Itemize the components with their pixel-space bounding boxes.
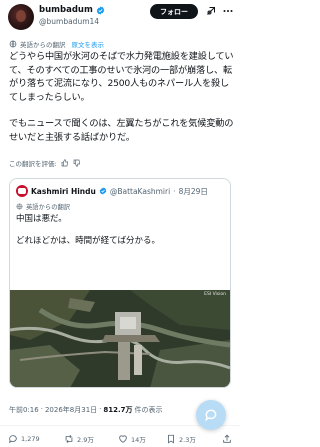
reply-count: 1,279 <box>21 435 40 443</box>
quoted-author-handle: @BattaKashmiri <box>109 186 171 196</box>
rate-translation-row: この翻訳を評価: <box>9 158 81 168</box>
follow-button[interactable]: フォロー <box>150 4 198 19</box>
quoted-translation-notice: 英語からの翻訳 <box>16 202 70 211</box>
quoted-translation-label: 英語からの翻訳 <box>26 204 71 211</box>
view-count: 812.7万 <box>103 406 133 414</box>
view-count-label: 件の表示 <box>134 406 163 414</box>
tweet-header: bumbadum @bumbadum14 フォロー <box>0 0 240 40</box>
tweet-paragraph: でもニュースで聞くのは、左翼たちがこれを気候変動のせいだと主張する話ばかりだ。 <box>9 118 234 143</box>
tweet-body: どうやら中国が氷河のそばで水力発電施設を建設していて、そのすべての工事のせいで氷… <box>9 50 235 157</box>
grok-icon[interactable] <box>205 5 217 17</box>
author-avatar[interactable] <box>8 4 34 30</box>
verified-badge-icon <box>96 5 105 15</box>
thumbs-up-icon[interactable] <box>61 159 69 167</box>
author-display-name[interactable]: bumbadum <box>39 5 93 15</box>
translation-notice: 英語からの翻訳 原文を表示 <box>9 39 104 49</box>
quoted-date: 8月29日 <box>178 186 208 196</box>
heart-icon <box>119 435 127 443</box>
bookmark-button[interactable]: 2.3万 <box>166 434 196 444</box>
speech-bubble-icon <box>205 409 217 422</box>
quoted-author-name: Kashmiri Hindu <box>31 186 96 196</box>
reply-button[interactable]: 1,279 <box>8 434 40 444</box>
repost-count: 2.9万 <box>77 436 94 444</box>
meta-separator: · <box>40 405 43 413</box>
author-name-row[interactable]: bumbadum <box>39 5 105 15</box>
tweet-time[interactable]: 午前0:16 <box>9 405 39 415</box>
quoted-author-avatar <box>16 185 28 197</box>
tweet-paragraph: どうやら中国が氷河のそばで水力発電施設を建設していて、そのすべての工事のせいで氷… <box>9 51 234 103</box>
thumbs-down-icon[interactable] <box>73 159 81 167</box>
tweet-meta: 午前0:16 · 2026年8月31日 · 812.7万 件の表示 <box>9 405 163 415</box>
reply-icon <box>9 435 17 444</box>
show-original-link[interactable]: 原文を表示 <box>72 39 105 49</box>
meta-separator: · <box>99 405 102 413</box>
quoted-tweet-header: Kashmiri Hindu @BattaKashmiri · 8月29日 <box>16 185 208 197</box>
satellite-image-graphic <box>10 290 230 387</box>
translation-label: 英語からの翻訳 <box>20 41 66 49</box>
quoted-tweet-body: 中国は悪だ。 どれほどかは、時間が経てば分かる。 <box>16 213 222 257</box>
verified-badge-icon <box>99 187 107 195</box>
share-button[interactable] <box>222 434 232 444</box>
bookmark-count: 2.3万 <box>179 436 196 444</box>
more-options-icon[interactable] <box>222 5 234 17</box>
bookmark-icon <box>168 434 174 444</box>
rate-translation-label: この翻訳を評価: <box>9 160 57 168</box>
tweet-date[interactable]: 2026年8月31日 <box>45 405 97 415</box>
repost-icon <box>65 434 73 444</box>
quoted-dot-separator: · <box>173 186 176 196</box>
share-icon <box>223 434 231 443</box>
globe-icon <box>9 40 17 48</box>
like-count: 14万 <box>131 436 146 444</box>
repost-button[interactable]: 2.9万 <box>64 434 94 444</box>
image-credit: ESI Vision <box>204 292 226 297</box>
like-button[interactable]: 14万 <box>118 434 146 444</box>
quoted-paragraph: どれほどかは、時間が経てば分かる。 <box>16 236 160 246</box>
quoted-tweet[interactable]: Kashmiri Hindu @BattaKashmiri · 8月29日 英語… <box>9 178 231 388</box>
quoted-satellite-image[interactable]: ESI Vision <box>10 290 230 387</box>
globe-icon <box>16 203 23 210</box>
author-handle[interactable]: @bumbadum14 <box>39 17 99 26</box>
quoted-paragraph: 中国は悪だ。 <box>16 214 67 224</box>
compose-message-button[interactable] <box>196 400 226 430</box>
